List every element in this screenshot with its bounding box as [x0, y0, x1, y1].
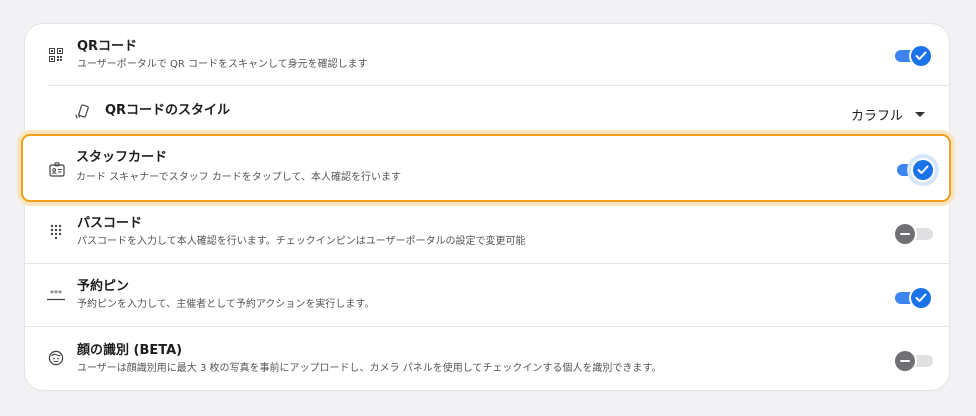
- setting-row-qr-code: QRコード ユーザーポータルで QR コードをスキャンして身元を確認します: [25, 24, 949, 86]
- setting-row-qr-style: QRコードのスタイル カラフル: [25, 86, 949, 134]
- qr-style-dropdown[interactable]: カラフル: [851, 105, 925, 124]
- face-icon: [47, 349, 65, 367]
- face-id-title: 顔の識別 (BETA): [77, 343, 183, 358]
- minus-icon: [895, 224, 915, 244]
- staff-card-title: スタッフカード: [76, 150, 168, 165]
- face-id-toggle[interactable]: [895, 349, 933, 371]
- settings-card: QRコード ユーザーポータルで QR コードをスキャンして身元を確認します QR…: [21, 24, 951, 390]
- qr-code-title: QRコード: [77, 39, 138, 54]
- passcode-toggle[interactable]: [895, 222, 933, 244]
- svg-text:***: ***: [50, 289, 62, 298]
- passcode-description: パスコードを入力して本人確認を行います。チェックインピンはユーザーポータルの設定…: [77, 236, 526, 247]
- check-icon: [913, 160, 933, 180]
- staff-card-toggle[interactable]: [897, 158, 933, 180]
- check-icon: [911, 288, 931, 308]
- passcode-title: パスコード: [77, 216, 143, 231]
- caret-down-icon: [915, 112, 925, 117]
- booking-pin-title: 予約ピン: [77, 279, 130, 294]
- setting-row-face-id: 顔の識別 (BETA) ユーザーは顔識別用に最大 3 枚の写真を事前にアップロー…: [25, 327, 949, 390]
- keypad-icon: [47, 223, 65, 241]
- setting-row-passcode: パスコード パスコードを入力して本人確認を行います。チェックインピンはユーザーポ…: [25, 202, 949, 264]
- booking-pin-toggle[interactable]: [895, 286, 931, 308]
- minus-icon: [895, 351, 915, 371]
- qr-style-selected: カラフル: [850, 109, 903, 124]
- qr-code-icon: [47, 46, 65, 64]
- check-icon: [911, 46, 931, 66]
- pin-entry-icon: ***: [45, 286, 67, 304]
- qr-code-toggle[interactable]: [895, 44, 931, 66]
- id-badge-icon: [48, 160, 66, 178]
- setting-row-staff-card[interactable]: スタッフカード カード スキャナーでスタッフ カードをタップして、本人確認を行い…: [21, 134, 951, 202]
- face-id-description: ユーザーは顔識別用に最大 3 枚の写真を事前にアップロードし、カメラ パネルを使…: [77, 363, 662, 374]
- phone-tilt-icon: [73, 103, 91, 121]
- qr-style-title: QRコードのスタイル: [105, 103, 231, 118]
- setting-row-booking-pin: *** 予約ピン 予約ピンを入力して、主催者として予約アクションを実行します。: [25, 264, 949, 327]
- staff-card-description: カード スキャナーでスタッフ カードをタップして、本人確認を行います: [76, 172, 401, 183]
- booking-pin-description: 予約ピンを入力して、主催者として予約アクションを実行します。: [77, 299, 375, 310]
- qr-code-description: ユーザーポータルで QR コードをスキャンして身元を確認します: [77, 59, 368, 70]
